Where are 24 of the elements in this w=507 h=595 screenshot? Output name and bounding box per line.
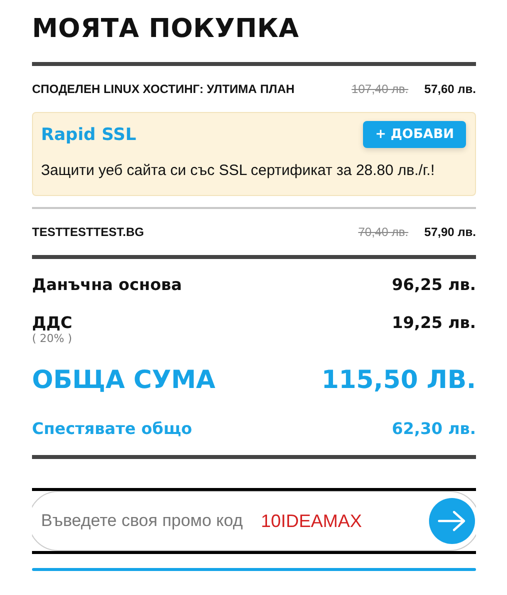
submit-button[interactable]: [429, 498, 475, 544]
product-name: TESTTESTTEST.BG: [32, 225, 146, 239]
summary-value: 96,25 лв.: [392, 275, 476, 294]
summary-value: 19,25 лв.: [392, 313, 476, 332]
summary-label: ОБЩА СУМА: [32, 365, 216, 394]
product-price: 57,90 лв.: [424, 225, 476, 239]
summary-label: Данъчна основа: [32, 275, 182, 294]
arrow-right-icon: [437, 510, 467, 532]
summary-value: 115,50 ЛВ.: [322, 365, 476, 394]
old-price: 70,40 лв.: [358, 225, 408, 239]
summary-label: Спестявате общо: [32, 419, 192, 438]
summary-value: 62,30 лв.: [392, 419, 476, 438]
promo-placeholder: Въведете своя промо код: [41, 511, 243, 531]
tax-rate: ( 20% ): [32, 332, 72, 345]
upsell-text: Защити уеб сайта си със SSL сертификат за 28.80 лв./г.!: [41, 162, 436, 179]
upsell-title: Rapid SSL: [41, 124, 136, 144]
cart-title: МОЯТА ПОКУПКА: [32, 13, 300, 46]
add-button[interactable]: + ДОБАВИ: [363, 121, 466, 148]
product-price: 57,60 лв.: [424, 82, 476, 96]
promo-code-field[interactable]: Въведете своя промо код 10IDEAMAX: [32, 491, 476, 551]
promo-code-annotation: 10IDEAMAX: [260, 510, 363, 532]
old-price: 107,40 лв.: [352, 82, 408, 96]
product-name: СПОДЕЛЕН LINUX ХОСТИНГ: УЛТИМА ПЛАН: [32, 82, 296, 96]
summary-label: ДДС: [32, 313, 72, 332]
